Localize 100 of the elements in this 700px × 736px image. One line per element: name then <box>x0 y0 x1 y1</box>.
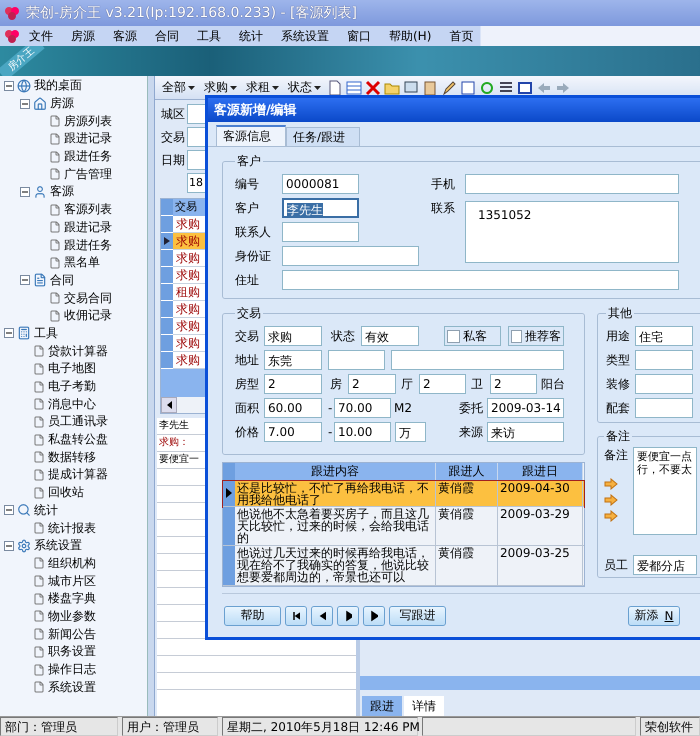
tree-item[interactable]: 跟进记录 <box>64 218 112 236</box>
filter-dropdown[interactable]: 求购 <box>201 79 240 96</box>
text-field[interactable]: 来访 <box>487 422 564 442</box>
text-field[interactable]: 60.00 <box>264 398 322 418</box>
tree-item[interactable]: 客源 <box>50 183 74 200</box>
text-field[interactable]: 住宅 <box>635 326 693 346</box>
delete-icon[interactable] <box>365 80 381 96</box>
text-field[interactable]: 0000081 <box>282 174 359 194</box>
text-field[interactable] <box>635 350 693 370</box>
collapse-toggle[interactable] <box>20 98 30 109</box>
tree-item[interactable]: 城市片区 <box>48 572 96 590</box>
text-field[interactable]: 2 <box>348 374 396 394</box>
text-field[interactable] <box>282 246 419 266</box>
tree-item[interactable]: 数据转移 <box>48 448 96 466</box>
write-follow-up-button[interactable]: 写跟进 <box>389 606 446 626</box>
tree-item[interactable]: 广告管理 <box>64 166 112 183</box>
text-field[interactable] <box>465 174 679 194</box>
table-row[interactable]: 还是比较忙，不忙了再给我电话，不用我给他电话了 黄俏霞 2009-04-30 <box>223 480 584 507</box>
text-field[interactable] <box>328 350 385 370</box>
next-button[interactable] <box>337 606 359 626</box>
tree-item[interactable]: 统计报表 <box>48 520 96 537</box>
text-field[interactable]: 有效 <box>361 326 419 346</box>
tree-item[interactable]: 跟进记录 <box>64 130 112 148</box>
tab[interactable]: 客源信息 <box>216 125 286 146</box>
tree-item[interactable]: 消息中心 <box>48 396 96 413</box>
collapse-toggle[interactable] <box>4 80 14 91</box>
arrow-right-icon[interactable] <box>604 478 618 490</box>
menu-item[interactable]: 窗口 <box>338 26 380 46</box>
text-field[interactable] <box>282 270 679 290</box>
text-field[interactable]: 70.00 <box>334 398 391 418</box>
tree-item[interactable]: 房源 <box>50 95 74 112</box>
text-field[interactable] <box>282 222 359 242</box>
text-field[interactable]: 求购 <box>264 326 322 346</box>
tree-item[interactable]: 系统设置 <box>34 537 82 554</box>
menu-item[interactable]: 房源 <box>62 26 104 46</box>
last-page-button[interactable] <box>363 606 385 626</box>
scroll-left-button[interactable] <box>161 397 177 413</box>
column-header[interactable]: 跟进人 <box>436 463 498 481</box>
tree-item[interactable]: 合同 <box>50 272 74 289</box>
tree-item[interactable]: 跟进任务 <box>64 148 112 166</box>
collapse-toggle[interactable] <box>4 505 14 516</box>
tree-item[interactable]: 职务设置 <box>48 643 96 660</box>
tree-item[interactable]: 电子地图 <box>48 360 96 378</box>
text-field[interactable] <box>391 350 564 370</box>
tree-item[interactable]: 客源列表 <box>64 201 112 218</box>
text-field[interactable]: 李先生 <box>282 198 359 218</box>
tree-item[interactable]: 回收站 <box>48 484 84 502</box>
menu-item[interactable]: 统计 <box>230 26 272 46</box>
tree-item[interactable]: 员工通讯录 <box>48 413 108 430</box>
checkbox[interactable]: 推荐客 <box>508 326 564 346</box>
menu-item[interactable]: 帮助(H) <box>380 26 440 46</box>
table-row[interactable]: 他说过几天过来的时候再给我电话，现在给不了我确实的答复，他说比较想要爱都周边的，帝景也还可以 黄俏霞 2009-03-25 <box>223 546 584 586</box>
text-field[interactable]: 10.00 <box>334 422 391 442</box>
tree-item[interactable]: 楼盘字典 <box>48 590 96 608</box>
filter-dropdown[interactable]: 状态 <box>285 79 324 96</box>
menu-item[interactable]: 客源 <box>104 26 146 46</box>
tree-item[interactable]: 收佣记录 <box>64 307 112 324</box>
column-header[interactable]: 跟进内容 <box>235 463 436 481</box>
text-field[interactable]: 7.00 <box>264 422 322 442</box>
text-field[interactable]: 万 <box>395 422 426 442</box>
text-field[interactable] <box>635 374 693 394</box>
tree-item[interactable]: 黑名单 <box>64 254 100 272</box>
tab[interactable]: 详情 <box>404 696 444 716</box>
add-button[interactable]: 新添 N <box>628 606 680 626</box>
menu-item[interactable]: 首页 <box>440 26 482 46</box>
tree-item[interactable]: 操作日志 <box>48 661 96 678</box>
filter-dropdown[interactable]: 求租 <box>243 79 282 96</box>
help-button[interactable]: 帮助 <box>224 606 281 626</box>
text-field[interactable]: 2 <box>419 374 466 394</box>
table-icon[interactable] <box>346 80 362 96</box>
collapse-toggle[interactable] <box>4 328 14 338</box>
menu-item[interactable]: 系统设置 <box>272 26 338 46</box>
tree-item[interactable]: 贷款计算器 <box>48 342 108 360</box>
previous-button[interactable] <box>311 606 333 626</box>
menu-item[interactable]: 文件 <box>20 26 62 46</box>
tree-item[interactable]: 交易合同 <box>64 290 112 307</box>
text-field[interactable]: 2 <box>490 374 537 394</box>
text-field[interactable]: 爱都分店 <box>633 555 697 575</box>
tree-item[interactable]: 新闻公告 <box>48 626 96 643</box>
text-field[interactable]: 2 <box>264 374 322 394</box>
arrow-right-icon[interactable] <box>604 510 618 522</box>
tree-item[interactable]: 提成计算器 <box>48 466 108 484</box>
first-page-button[interactable] <box>285 606 307 626</box>
row-header[interactable] <box>223 480 235 506</box>
tree-item[interactable]: 工具 <box>34 324 58 342</box>
text-area[interactable]: 1351052 <box>465 201 679 263</box>
menu-item[interactable]: 合同 <box>146 26 188 46</box>
row-header[interactable] <box>161 233 173 250</box>
tab[interactable]: 任务/跟进 <box>286 127 360 146</box>
tree-item[interactable]: 我的桌面 <box>34 77 82 94</box>
filter-dropdown[interactable]: 全部 <box>159 79 198 96</box>
text-field[interactable]: 东莞 <box>264 350 322 370</box>
tree-item[interactable]: 物业参数 <box>48 608 96 625</box>
tree-item[interactable]: 电子考勤 <box>48 378 96 396</box>
table-row[interactable]: 他说他不太急着要买房子，而且这几天比较忙，过来的时候，会给我电话的 黄俏霞 2009-03-29 <box>223 506 584 546</box>
tree-item[interactable]: 私盘转公盘 <box>48 431 108 448</box>
collapse-toggle[interactable] <box>20 186 30 197</box>
tree-item[interactable]: 组织机构 <box>48 554 96 572</box>
tree-item[interactable]: 跟进任务 <box>64 236 112 254</box>
tab[interactable]: 跟进 <box>362 696 402 716</box>
